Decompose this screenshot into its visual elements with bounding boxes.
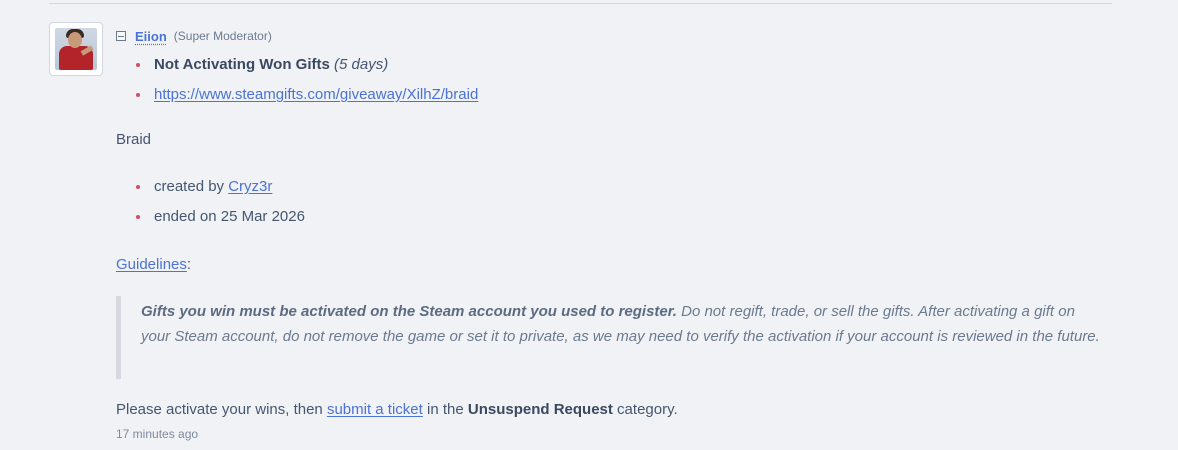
collapse-icon[interactable] [116,31,126,41]
giveaway-link[interactable]: https://www.steamgifts.com/giveaway/Xilh… [154,86,478,103]
bullet-icon [136,93,140,97]
quote-bold: Gifts you win must be activated on the S… [141,303,677,320]
instruction-before: Please activate your wins, then [116,401,327,418]
guidelines-line: Guidelines: [116,255,191,275]
ended-on-item: ended on 25 Mar 2026 [154,208,305,225]
comment-container: Eiion (Super Moderator) Not Activating W… [0,0,1178,450]
avatar-image [55,28,97,70]
instruction-line: Please activate your wins, then submit a… [116,400,678,420]
suspension-reason: Not Activating Won Gifts (5 days) [154,55,388,75]
bullet-icon [136,63,140,67]
guidelines-link[interactable]: Guidelines [116,256,187,273]
game-title: Braid [116,131,152,148]
quote-text: Gifts you win must be activated on the S… [141,299,1101,349]
guidelines-colon: : [186,256,192,273]
creator-link[interactable]: Cryz3r [228,178,272,195]
author-username[interactable]: Eiion [135,29,167,44]
bullet-icon [136,185,140,189]
comment-timestamp: 17 minutes ago [116,427,199,441]
submit-ticket-link[interactable]: submit a ticket [327,401,423,418]
instruction-after: category. [612,401,678,418]
bullet-icon [136,215,140,219]
created-by-label: created by [154,178,225,195]
giveaway-link-item: https://www.steamgifts.com/giveaway/Xilh… [154,85,478,105]
category-name: Unsuspend Request [467,401,613,418]
author-role: (Super Moderator) [173,29,272,43]
divider [49,3,1112,4]
user-avatar[interactable] [49,22,103,76]
comment-header: Eiion (Super Moderator) [116,27,272,45]
reason-duration: (5 days) [334,56,389,73]
guidelines-quote: Gifts you win must be activated on the S… [116,296,1106,379]
created-by-item: created by Cryz3r [154,177,272,197]
instruction-middle: in the [422,401,468,418]
reason-title: Not Activating Won Gifts [154,56,330,73]
